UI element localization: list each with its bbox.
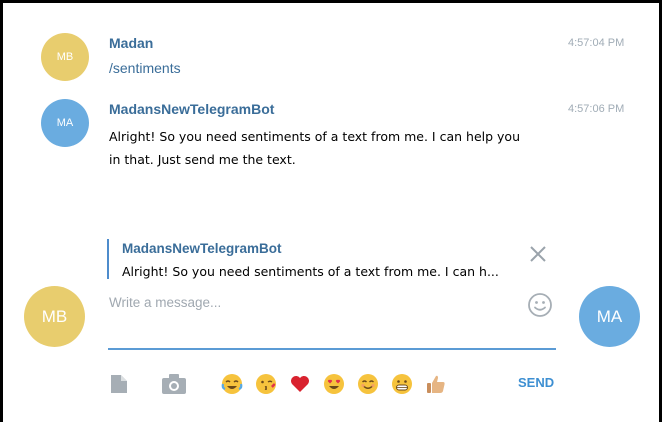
avatar-self[interactable]: MB [24, 286, 85, 347]
message-text: /sentiments [109, 60, 181, 76]
input-underline [108, 348, 556, 350]
emoji-joy-tears[interactable] [221, 373, 243, 395]
close-icon[interactable] [527, 243, 549, 265]
emoji-smile[interactable] [357, 373, 379, 395]
send-button[interactable]: SEND [518, 375, 554, 390]
file-icon[interactable] [109, 373, 129, 400]
message-sender[interactable]: Madan [109, 35, 153, 51]
emoji-thumbs-up[interactable] [425, 373, 447, 395]
reply-text: Alright! So you need sentiments of a tex… [122, 264, 499, 279]
chat-window: MB Madan 4:57:04 PM /sentiments MA Madan… [0, 0, 662, 422]
camera-icon[interactable] [161, 373, 187, 400]
avatar[interactable]: MA [41, 99, 89, 147]
reply-sender: MadansNewTelegramBot [122, 241, 282, 256]
emoji-red-heart[interactable] [289, 373, 311, 395]
avatar-initials: MB [41, 306, 68, 326]
avatar-initials: MB [56, 51, 74, 63]
message-text-line: in that. Just send me the text. [109, 152, 296, 167]
avatar-initials: MA [56, 117, 74, 129]
message-time: 4:57:06 PM [568, 103, 625, 115]
emoji-kiss[interactable] [255, 373, 277, 395]
avatar-peer[interactable]: MA [579, 286, 640, 347]
avatar[interactable]: MB [41, 33, 89, 81]
reply-indicator-bar [107, 239, 109, 279]
emoji-grimace[interactable] [391, 373, 413, 395]
message-input[interactable] [109, 292, 519, 312]
message-text-line: Alright! So you need sentiments of a tex… [109, 129, 520, 144]
avatar-initials: MA [596, 306, 623, 326]
smiley-icon[interactable] [527, 292, 553, 318]
emoji-heart-eyes[interactable] [323, 373, 345, 395]
message-time: 4:57:04 PM [568, 37, 625, 49]
message-sender[interactable]: MadansNewTelegramBot [109, 101, 274, 117]
